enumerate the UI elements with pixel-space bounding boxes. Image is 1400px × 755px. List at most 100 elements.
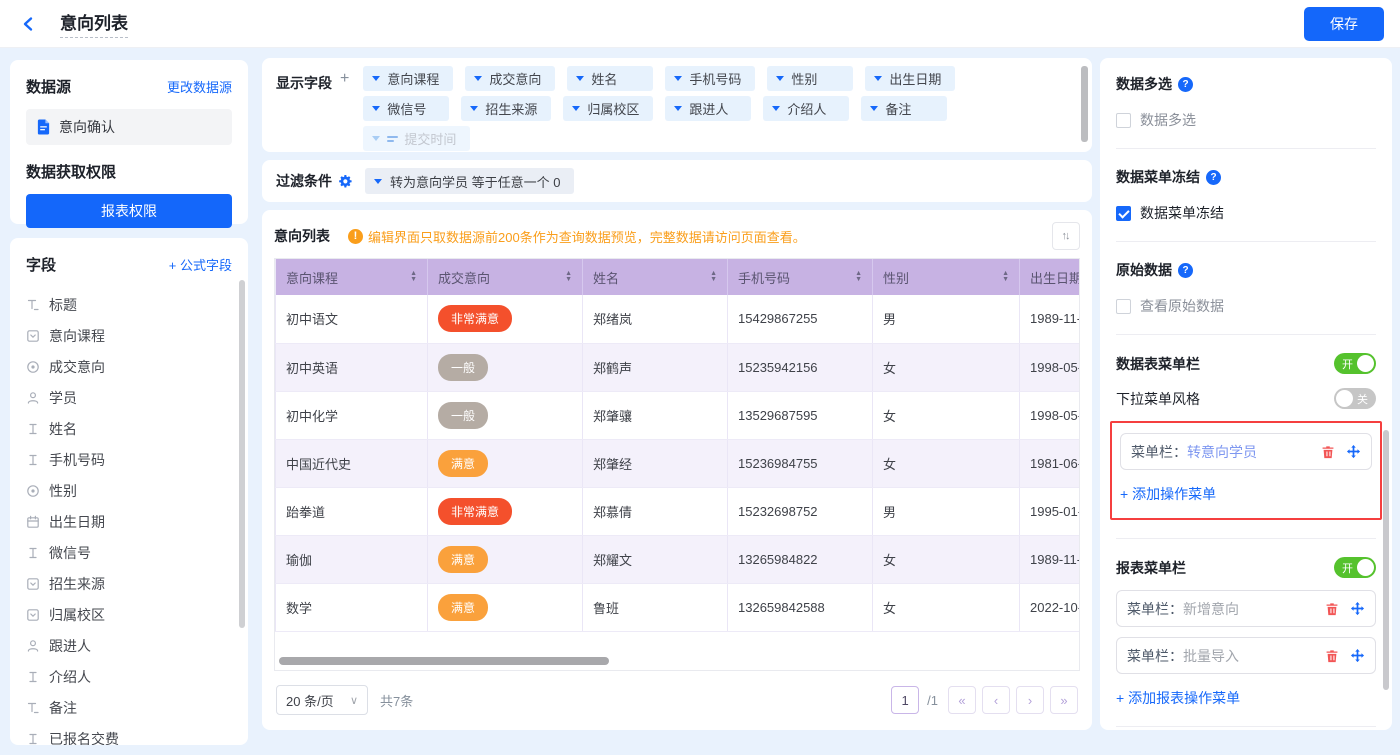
display-field-chip[interactable]: 介绍人 [763,96,849,121]
column-header[interactable]: 意向课程▲▼ [276,259,428,295]
help-icon[interactable]: ? [1206,170,1221,185]
select-icon [26,577,40,591]
column-header[interactable]: 姓名▲▼ [583,259,728,295]
checkbox-checked[interactable] [1116,206,1131,221]
sort-icon[interactable]: ▲▼ [855,271,862,283]
table-row[interactable]: 中国近代史满意郑肇经15236984755女1981-06- [276,439,1081,487]
display-field-chip[interactable]: 备注 [861,96,947,121]
horizontal-scrollbar[interactable] [279,657,609,665]
display-field-chip[interactable]: 跟进人 [665,96,751,121]
page-size-select[interactable]: 20 条/页 ∨ [276,685,368,715]
toggle-knob [1336,390,1353,407]
raw-data-checkbox-row[interactable]: 查看原始数据 [1116,296,1376,316]
sort-icon[interactable]: ▲▼ [1002,271,1009,283]
menu-freeze-checkbox-row[interactable]: 数据菜单冻结 [1116,203,1376,223]
menu-item-row[interactable]: 菜单栏：批量导入 [1116,637,1376,674]
column-header[interactable]: 成交意向▲▼ [428,259,583,295]
move-icon[interactable] [1346,444,1361,459]
fields-scrollbar[interactable] [239,280,245,628]
filter-condition-chip[interactable]: 转为意向学员 等于任意一个 0 [365,168,574,194]
display-field-chip[interactable]: 归属校区 [563,96,653,121]
add-formula-field-link[interactable]: + 公式字段 [169,255,232,274]
add-action-menu-link[interactable]: + 添加操作菜单 [1120,484,1216,504]
move-icon[interactable] [1350,601,1365,616]
display-field-chip[interactable]: 姓名 [567,66,653,91]
table-row[interactable]: 初中化学一般郑肇骧13529687595女1998-05- [276,391,1081,439]
display-field-chip[interactable]: 微信号 [363,96,449,121]
field-item[interactable]: 标题 [26,289,242,320]
delete-icon[interactable] [1325,602,1339,616]
field-item[interactable]: 学员 [26,382,242,413]
sort-icon[interactable]: ▲▼ [710,271,717,283]
field-item[interactable]: 归属校区 [26,599,242,630]
field-item[interactable]: 手机号码 [26,444,242,475]
menu-item-row[interactable]: 菜单栏：新增意向 [1116,590,1376,627]
help-icon[interactable]: ? [1178,77,1193,92]
table-row[interactable]: 数学满意鲁班132659842588女2022-10- [276,583,1081,631]
field-item[interactable]: 性别 [26,475,242,506]
change-datasource-link[interactable]: 更改数据源 [167,77,232,96]
field-item[interactable]: 意向课程 [26,320,242,351]
display-field-chip[interactable]: 手机号码 [665,66,755,91]
display-fields-panel: 显示字段 + 意向课程成交意向姓名手机号码性别出生日期 微信号招生来源归属校区跟… [262,58,1092,152]
settings-scrollbar[interactable] [1383,430,1389,690]
field-item[interactable]: 介绍人 [26,661,242,692]
display-field-chip[interactable]: 招生来源 [461,96,551,121]
delete-icon[interactable] [1321,445,1335,459]
checkbox-unchecked[interactable] [1116,299,1131,314]
field-item[interactable]: 出生日期 [26,506,242,537]
table-row[interactable]: 跆拳道非常满意郑慕倩15232698752男1995-01- [276,487,1081,535]
field-item[interactable]: 跟进人 [26,630,242,661]
field-item[interactable]: 招生来源 [26,568,242,599]
display-field-chip[interactable]: 性别 [767,66,853,91]
sort-icon[interactable]: ▲▼ [410,271,417,283]
move-icon[interactable] [1350,648,1365,663]
sort-icon[interactable]: ▲▼ [565,271,572,283]
report-permission-button[interactable]: 报表权限 [26,194,232,228]
delete-icon[interactable] [1325,649,1339,663]
datasource-item[interactable]: 意向确认 [26,109,232,145]
field-item[interactable]: 成交意向 [26,351,242,382]
first-page-button[interactable]: « [948,686,976,714]
back-button[interactable] [16,11,42,37]
intent-cell: 满意 [428,583,583,631]
table-row[interactable]: 初中英语一般郑鹤声15235942156女1998-05- [276,343,1081,391]
field-item[interactable]: 姓名 [26,413,242,444]
save-button[interactable]: 保存 [1304,7,1384,41]
table-row[interactable]: 初中语文非常满意郑绪岚15429867255男1989-11- [276,295,1081,343]
phone-cell: 15236984755 [728,439,873,487]
field-item[interactable]: 微信号 [26,537,242,568]
field-item-label: 归属校区 [49,605,105,625]
checkbox-unchecked[interactable] [1116,113,1131,128]
table-row[interactable]: 瑜伽满意郑耀文13265984822女1989-11- [276,535,1081,583]
divider [1116,148,1376,149]
next-page-button[interactable]: › [1016,686,1044,714]
dropdown-style-toggle-off[interactable]: 关 [1334,388,1376,409]
multi-select-checkbox-row[interactable]: 数据多选 [1116,110,1376,130]
report-menu-toggle-on[interactable]: 开 [1334,557,1376,578]
add-report-action-menu-link[interactable]: + 添加报表操作菜单 [1116,688,1240,708]
intent-badge: 满意 [438,594,488,621]
current-page-box[interactable]: 1 [891,686,919,714]
column-header[interactable]: 出生日期▲▼ [1020,259,1081,295]
help-icon[interactable]: ? [1178,263,1193,278]
display-field-chip[interactable]: 意向课程 [363,66,453,91]
add-display-field-button[interactable]: + [332,66,349,156]
menu-item-prefix: 菜单栏： [1127,599,1183,619]
table-menu-toggle-on[interactable]: 开 [1334,353,1376,374]
birth-cell: 1998-05- [1020,343,1081,391]
toggle-on-label: 开 [1342,560,1353,576]
last-page-button[interactable]: » [1050,686,1078,714]
column-header[interactable]: 性别▲▼ [873,259,1020,295]
field-item[interactable]: 备注 [26,692,242,723]
display-fields-scrollbar[interactable] [1081,66,1088,142]
prev-page-button[interactable]: ‹ [982,686,1010,714]
display-field-chip[interactable]: 出生日期 [865,66,955,91]
table-sort-button[interactable]: ↑↓ [1052,222,1080,250]
field-item[interactable]: 已报名交费 [26,723,242,745]
column-header[interactable]: 手机号码▲▼ [728,259,873,295]
display-field-chip[interactable]: 成交意向 [465,66,555,91]
gear-icon[interactable] [338,174,353,189]
menu-item-row[interactable]: 菜单栏： 转意向学员 [1120,433,1372,470]
toggle-off-label: 关 [1357,391,1368,407]
